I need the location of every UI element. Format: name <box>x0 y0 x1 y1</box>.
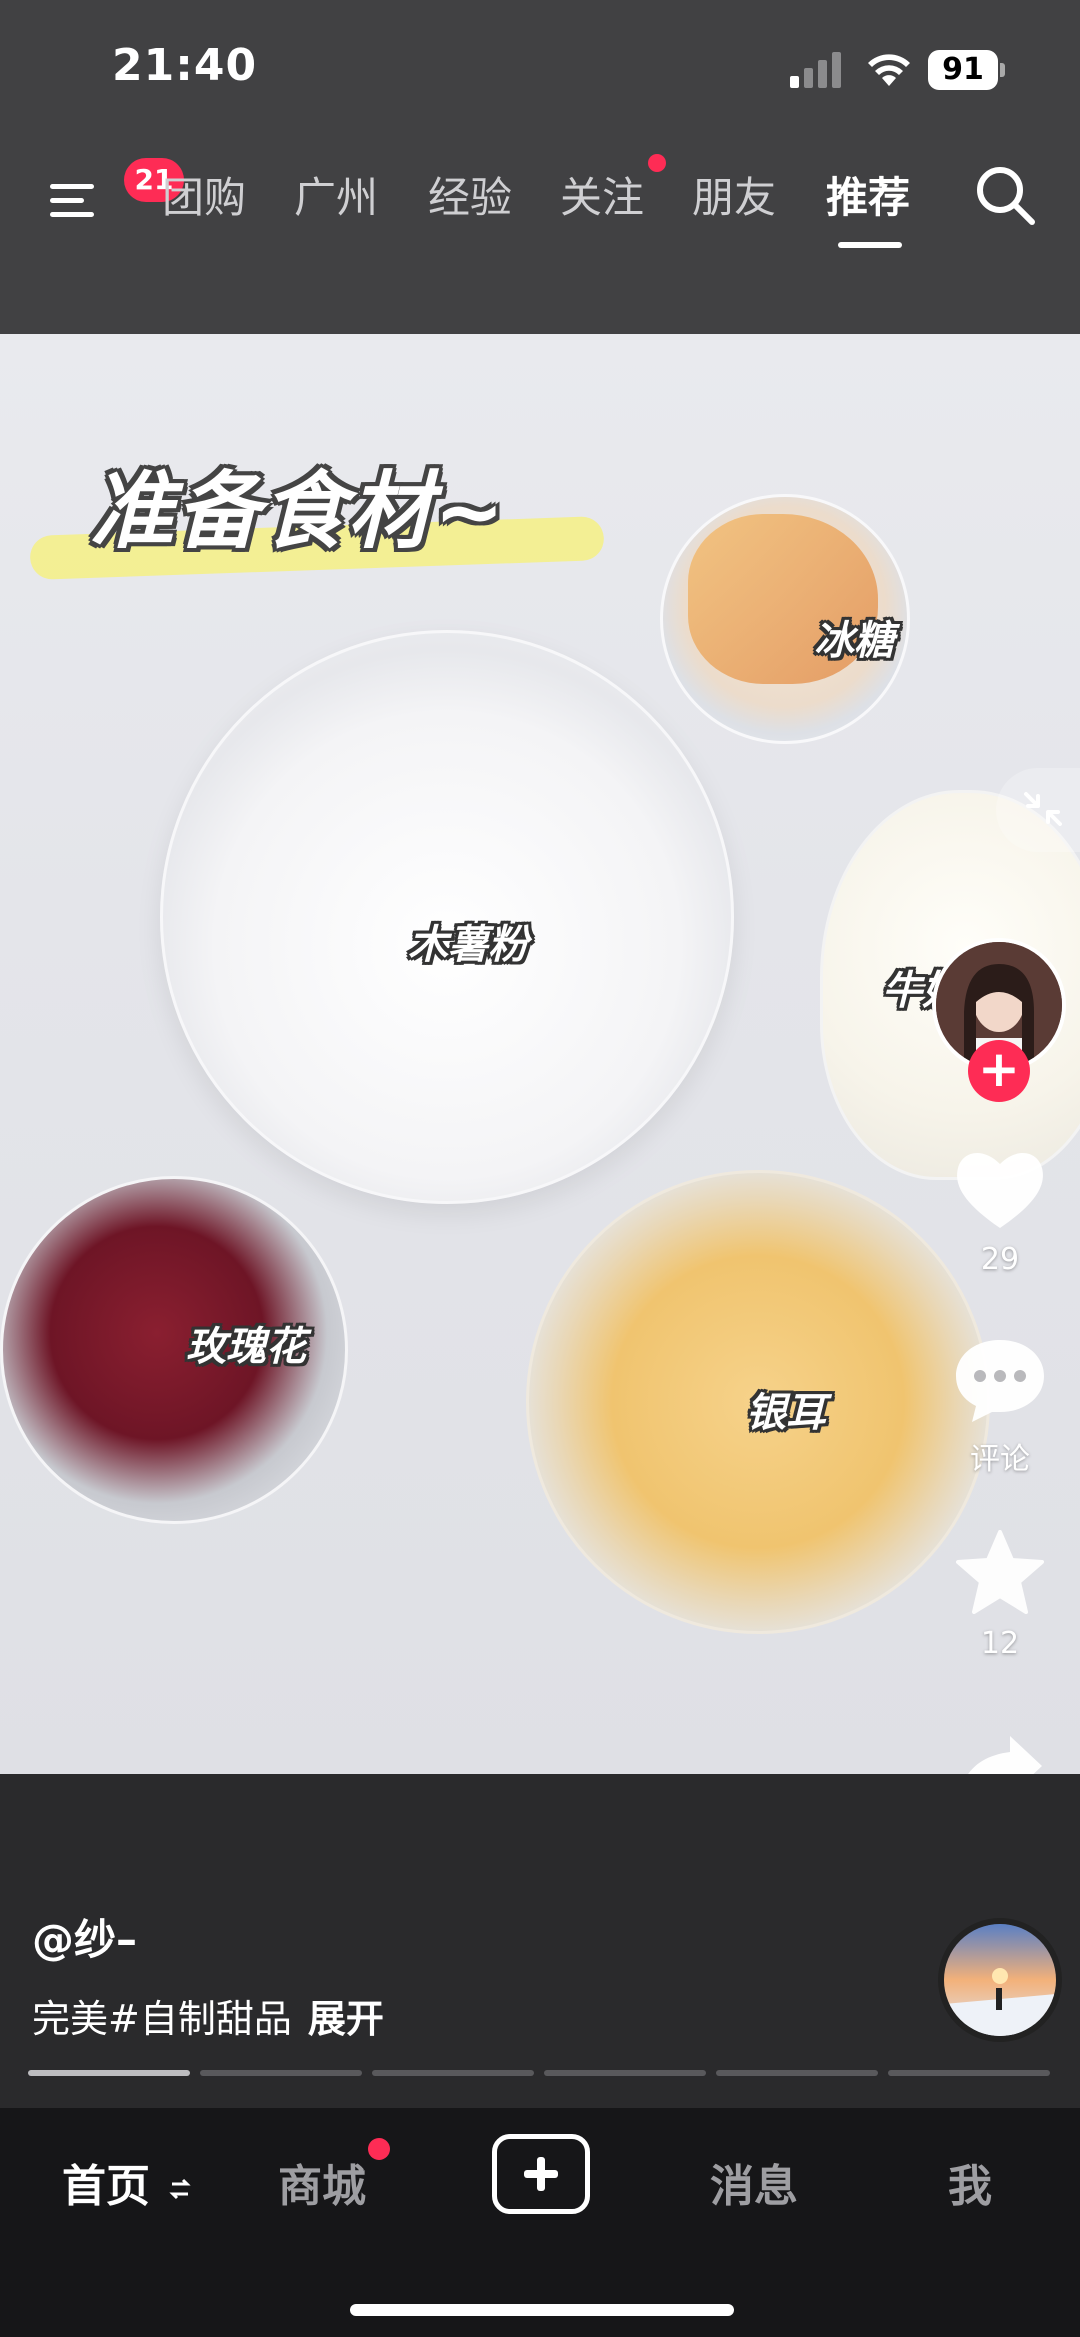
author-name[interactable]: @纱– <box>32 1906 137 1967</box>
heart-icon <box>957 1152 1043 1228</box>
tab-friends[interactable]: 朋友 <box>692 164 776 225</box>
favorite-count: 12 <box>980 1626 1020 1661</box>
mall-notification-dot <box>368 2138 390 2160</box>
tab-home[interactable]: 首页 <box>62 2150 191 2214</box>
label-white-fungus: 银耳 <box>746 1390 826 1436</box>
tab-recommended[interactable]: 推荐 <box>826 164 910 225</box>
following-notification-dot <box>648 154 666 172</box>
battery-level: 91 <box>928 50 998 90</box>
comment-icon <box>956 1340 1044 1422</box>
tab-experience[interactable]: 经验 <box>428 164 512 225</box>
follow-button[interactable]: + <box>968 1040 1030 1102</box>
star-icon <box>956 1530 1044 1614</box>
progress-segment <box>888 2070 1050 2076</box>
description-text[interactable]: 完美#自制甜品 <box>32 1997 292 2041</box>
tab-me[interactable]: 我 <box>948 2150 992 2214</box>
battery-icon: 91 <box>928 50 1005 90</box>
wifi-icon <box>868 54 910 86</box>
progress-segment <box>544 2070 706 2076</box>
create-button[interactable] <box>492 2134 590 2214</box>
active-tab-indicator <box>838 242 902 248</box>
top-nav: 21 团购 广州 经验 关注 朋友 推荐 <box>0 150 1080 250</box>
tab-home-label: 首页 <box>62 2161 150 2212</box>
bottom-tab-bar: 首页 商城 消息 我 <box>0 2108 1080 2337</box>
like-count: 29 <box>980 1242 1020 1277</box>
menu-button[interactable]: 21 <box>46 158 184 226</box>
home-indicator <box>350 2304 734 2316</box>
menu-icon <box>50 184 94 189</box>
tab-following[interactable]: 关注 <box>560 164 644 225</box>
cellular-signal-icon <box>790 52 842 88</box>
label-rose: 玫瑰花 <box>186 1324 306 1370</box>
post-info: @纱– 完美#自制甜品 展开 <box>0 1774 1080 2108</box>
clear-mode-button[interactable] <box>996 768 1080 852</box>
progress-segment <box>28 2070 190 2076</box>
like-button[interactable]: 29 <box>950 1146 1050 1277</box>
video-frame[interactable]: 准备食材~ 冰糖 木薯粉 牛奶 玫瑰花 银耳 <box>0 334 1080 1774</box>
progress-segment <box>372 2070 534 2076</box>
progress-bar <box>28 2070 1052 2078</box>
search-icon[interactable] <box>972 162 1038 228</box>
progress-segment <box>200 2070 362 2076</box>
label-rock-sugar: 冰糖 <box>814 618 894 664</box>
expand-link[interactable]: 展开 <box>308 1997 384 2041</box>
label-tapioca-flour: 木薯粉 <box>408 922 528 968</box>
collapse-icon <box>1024 792 1062 826</box>
tab-messages[interactable]: 消息 <box>710 2150 798 2214</box>
status-bar: 21:40 91 <box>0 0 1080 140</box>
comment-label: 评论 <box>970 1442 1030 1477</box>
tab-mall[interactable]: 商城 <box>278 2150 366 2214</box>
refresh-arrows-icon <box>169 2178 191 2200</box>
top-bar: 21:40 91 21 团购 广州 经验 关注 朋友 推荐 <box>0 0 1080 334</box>
tab-city[interactable]: 广州 <box>294 164 378 225</box>
favorite-button[interactable]: 12 <box>950 1528 1050 1661</box>
status-time: 21:40 <box>112 40 258 91</box>
video-caption: 准备食材~ <box>90 462 507 560</box>
progress-segment <box>716 2070 878 2076</box>
comment-button[interactable]: 评论 <box>950 1336 1050 1478</box>
music-disc[interactable] <box>938 1918 1062 2042</box>
post-description: 完美#自制甜品 展开 <box>32 1988 384 2043</box>
tab-group-buy[interactable]: 团购 <box>162 164 246 225</box>
